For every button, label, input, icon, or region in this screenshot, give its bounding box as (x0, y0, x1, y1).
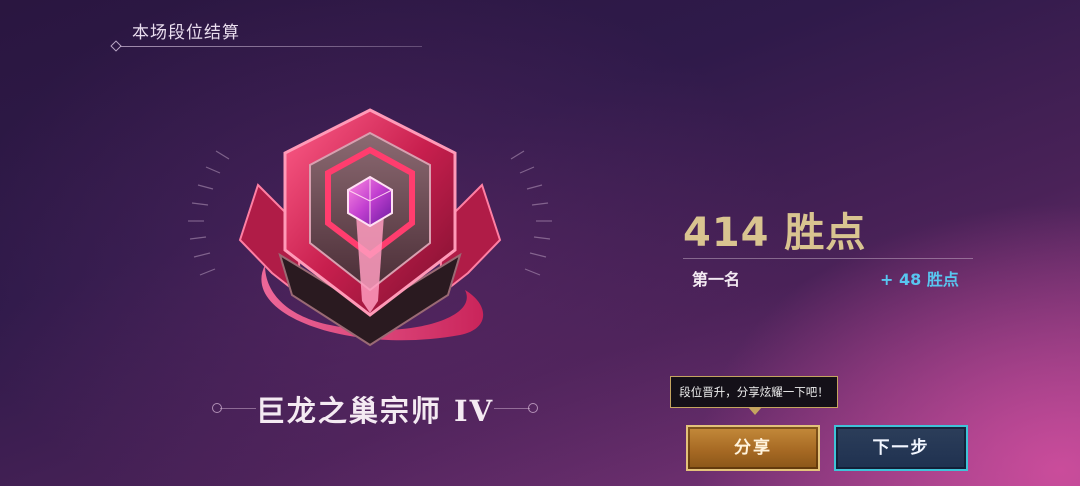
section-title: 本场段位结算 (132, 23, 240, 43)
circle-ornament-icon (528, 403, 538, 413)
tooltip-pointer (748, 407, 762, 415)
share-tooltip: 段位晋升，分享炫耀一下吧！ (670, 376, 838, 408)
points-gain: + 48 胜点 (880, 270, 959, 289)
rank-name: 巨龙之巢宗师 IV (255, 394, 495, 428)
placement-label: 第一名 (692, 270, 741, 289)
share-button[interactable]: 分享 (686, 425, 820, 471)
points-divider (683, 258, 973, 259)
next-step-button[interactable]: 下一步 (834, 425, 968, 471)
rank-title-row: 巨龙之巢宗师 IV (210, 386, 540, 432)
header-divider (120, 46, 422, 47)
rank-emblem (180, 105, 560, 365)
grandmaster-rank-emblem-icon (188, 108, 552, 347)
ornament-line (494, 408, 530, 409)
section-header: 本场段位结算 (110, 16, 422, 52)
total-points: 414 胜点 (683, 210, 867, 256)
